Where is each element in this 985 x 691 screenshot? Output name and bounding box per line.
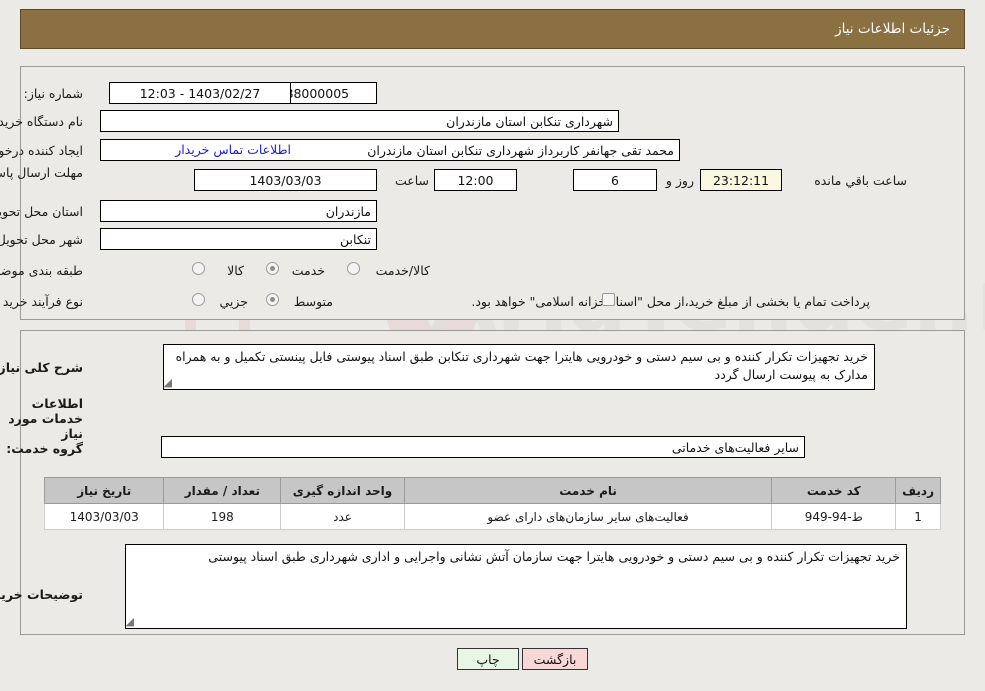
checkbox-islamic-treasury-bonds[interactable] (602, 293, 615, 306)
label-category-service: خدمت (291, 263, 325, 278)
radio-process-medium[interactable] (266, 293, 279, 306)
field-service-group[interactable]: سایر فعالیت‌های خدماتی (161, 436, 805, 458)
back-button[interactable]: بازگشت (522, 648, 588, 670)
label-days-and: روز و (665, 173, 694, 188)
th-need-date: تاریخ نیاز (43, 477, 165, 504)
field-delivery-city[interactable]: تنکابن (100, 228, 377, 250)
th-unit: واحد اندازه گیری (280, 477, 405, 504)
label-hours-remaining: ساعت باقي مانده (814, 173, 907, 188)
th-quantity: تعداد / مقدار (163, 477, 282, 504)
services-table: ردیف کد خدمت نام خدمت واحد اندازه گیری ت… (43, 477, 941, 530)
need-summary-resize-grip[interactable]: ◢ (162, 377, 172, 388)
field-days-remaining: 6 (573, 169, 657, 191)
cell-quantity: 198 (163, 503, 282, 530)
cell-service-name: فعالیت‌های سایر سازمان‌های دارای عضو (403, 503, 773, 530)
label-process-minor: جزیي (219, 294, 248, 309)
services-section-heading: اطلاعات خدمات مورد نیاز (8, 396, 83, 441)
cell-unit: عدد (280, 503, 405, 530)
label-treasury-note: پرداخت تمام یا بخشی از مبلغ خرید،از محل … (471, 294, 870, 309)
page-title-bar: جزئیات اطلاعات نیاز (20, 9, 965, 49)
radio-category-service[interactable] (266, 262, 279, 275)
field-public-announce-datetime[interactable]: 1403/02/27 - 12:03 (109, 82, 291, 104)
field-delivery-province[interactable]: مازندران (100, 200, 377, 222)
label-service-group: گروه خدمت: (6, 441, 83, 456)
buyer-contact-link[interactable]: اطلاعات تماس خریدار (175, 142, 291, 157)
radio-category-goods[interactable] (192, 262, 205, 275)
table-row: 1 ط-94-949 فعالیت‌های سایر سازمان‌های دا… (43, 503, 941, 530)
need-summary-textarea[interactable]: خرید تجهیزات تکرار کننده و بی سیم دستی و… (163, 344, 875, 390)
label-subject-category: طبقه بندی موضوعی: (0, 263, 83, 278)
page-title: جزئیات اطلاعات نیاز (835, 21, 950, 37)
label-reply-deadline: مهلت ارسال پاسخ: تا تاریخ: (0, 165, 83, 180)
label-process-medium: متوسط (293, 294, 333, 309)
label-purchase-process: نوع فرآیند خرید : (0, 294, 83, 309)
cell-service-code: ط-94-949 (771, 503, 897, 530)
label-delivery-city: شهر محل تحویل: (0, 232, 83, 247)
label-need-number: شماره نیاز: (23, 86, 83, 101)
radio-category-goods-service[interactable] (347, 262, 360, 275)
label-buyer-notes: توضیحات خریدار: (0, 587, 83, 602)
radio-process-minor[interactable] (192, 293, 205, 306)
th-service-code: کد خدمت (771, 477, 897, 504)
th-row-no: ردیف (895, 477, 941, 504)
label-request-creator: ایجاد کننده درخواست: (0, 143, 83, 158)
label-delivery-province: استان محل تحویل: (0, 204, 83, 219)
field-buyer-org[interactable]: شهرداری تنکابن استان مازندران (100, 110, 619, 132)
field-countdown: 23:12:11 (700, 169, 782, 191)
field-deadline-time[interactable]: 12:00 (434, 169, 517, 191)
label-category-goods: کالا (227, 263, 244, 278)
label-need-summary: شرح کلی نیاز: (0, 360, 83, 375)
need-info-panel (20, 66, 965, 320)
label-hour: ساعت (394, 173, 429, 188)
buyer-notes-textarea[interactable]: خرید تجهیزات تکرار کننده و بی سیم دستی و… (125, 544, 907, 629)
page-root: AriaTender.net جزئیات اطلاعات نیاز شماره… (0, 0, 985, 691)
cell-need-date: 1403/03/03 (43, 503, 165, 530)
buyer-notes-resize-grip[interactable]: ◢ (124, 616, 134, 627)
th-service-name: نام خدمت (403, 477, 773, 504)
label-buyer-org: نام دستگاه خریدار: (0, 114, 83, 129)
print-button[interactable]: چاپ (457, 648, 519, 670)
table-header-row: ردیف کد خدمت نام خدمت واحد اندازه گیری ت… (43, 477, 941, 504)
cell-row-no: 1 (895, 503, 941, 530)
field-deadline-date[interactable]: 1403/03/03 (194, 169, 377, 191)
label-category-goods-service: کالا/خدمت (375, 263, 430, 278)
